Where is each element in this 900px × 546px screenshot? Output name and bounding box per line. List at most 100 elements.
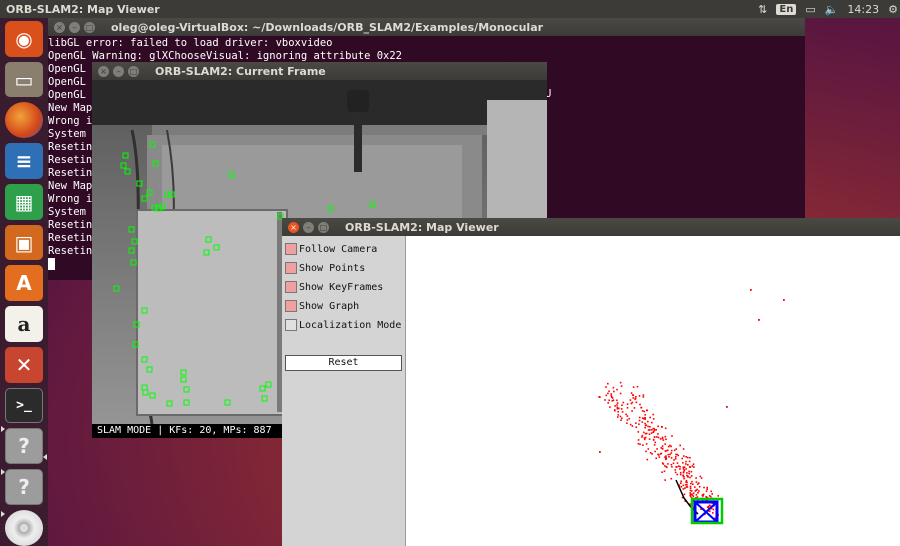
dvd-icon[interactable] bbox=[5, 510, 43, 546]
map-point bbox=[679, 444, 681, 447]
map-point bbox=[648, 433, 651, 435]
maximize-icon[interactable]: □ bbox=[318, 221, 329, 233]
localization-mode-checkbox[interactable] bbox=[285, 319, 297, 331]
map-point bbox=[758, 319, 760, 321]
map-point bbox=[640, 406, 643, 409]
ubuntu-dash-icon[interactable]: ◉ bbox=[5, 21, 43, 57]
map-point bbox=[605, 394, 608, 397]
network-arrows-icon[interactable]: ⇅ bbox=[758, 3, 767, 16]
map-point bbox=[617, 416, 619, 418]
map-point bbox=[656, 448, 658, 450]
map-point bbox=[705, 490, 708, 492]
active-app-title: ORB-SLAM2: Map Viewer bbox=[6, 2, 160, 16]
system-settings-icon[interactable]: ✕ bbox=[5, 346, 43, 383]
map-point bbox=[685, 460, 687, 463]
map-point bbox=[649, 429, 651, 431]
minimize-icon[interactable]: – bbox=[69, 21, 80, 33]
show-graph-option[interactable]: Show Graph bbox=[285, 298, 359, 314]
close-icon[interactable]: × bbox=[288, 221, 299, 233]
localization-mode-option[interactable]: Localization Mode bbox=[285, 317, 401, 333]
maximize-icon[interactable]: □ bbox=[84, 21, 95, 33]
map-point bbox=[683, 477, 685, 480]
reset-button[interactable]: Reset bbox=[285, 355, 402, 371]
map-point bbox=[783, 299, 785, 301]
map-point bbox=[647, 448, 650, 450]
map-point bbox=[637, 431, 640, 433]
map-point bbox=[661, 437, 664, 440]
map-point bbox=[635, 426, 638, 428]
map-3d-canvas[interactable] bbox=[406, 236, 900, 546]
map-point bbox=[661, 426, 663, 428]
map-point bbox=[654, 450, 656, 453]
calc-icon[interactable]: ▦ bbox=[5, 183, 43, 220]
follow-camera-checkbox[interactable] bbox=[285, 243, 297, 255]
map-point bbox=[666, 466, 668, 468]
map-point bbox=[706, 488, 708, 490]
map-point bbox=[617, 410, 619, 413]
show-points-option[interactable]: Show Points bbox=[285, 260, 365, 276]
map-point bbox=[642, 396, 645, 398]
volume-icon[interactable]: 🔈 bbox=[825, 3, 839, 16]
map-point bbox=[687, 456, 689, 459]
map-point bbox=[679, 465, 681, 468]
maximize-icon[interactable]: □ bbox=[128, 65, 139, 77]
map-point bbox=[689, 487, 692, 490]
map-point bbox=[618, 407, 620, 410]
map-point bbox=[664, 465, 666, 467]
terminal-titlebar[interactable]: × – □ oleg@oleg-VirtualBox: ~/Downloads/… bbox=[48, 18, 805, 36]
map-point bbox=[696, 496, 699, 498]
gear-icon[interactable]: ⚙ bbox=[888, 3, 898, 16]
current-frame-titlebar[interactable]: × – □ ORB-SLAM2: Current Frame bbox=[92, 62, 547, 80]
map-point bbox=[638, 423, 640, 425]
map-viewer-window[interactable]: × – □ ORB-SLAM2: Map Viewer Follow Camer… bbox=[282, 218, 900, 546]
follow-camera-option[interactable]: Follow Camera bbox=[285, 241, 377, 257]
clock[interactable]: 14:23 bbox=[847, 3, 879, 16]
map-point bbox=[682, 462, 684, 464]
map-point bbox=[631, 410, 633, 412]
files-icon[interactable]: ▭ bbox=[5, 61, 43, 98]
amazon-icon[interactable]: a bbox=[5, 306, 43, 342]
map-point bbox=[674, 469, 677, 471]
map-point bbox=[692, 483, 694, 485]
map-point bbox=[653, 427, 655, 430]
show-keyframes-option[interactable]: Show KeyFrames bbox=[285, 279, 383, 295]
map-point bbox=[649, 452, 652, 454]
map-point bbox=[703, 486, 705, 489]
impress-icon[interactable]: ▣ bbox=[5, 224, 43, 261]
map-point bbox=[609, 406, 611, 408]
map-point bbox=[635, 396, 637, 398]
firefox-icon[interactable] bbox=[5, 102, 43, 139]
map-point bbox=[686, 474, 688, 477]
terminal-icon[interactable]: >_ bbox=[5, 387, 43, 424]
map-point bbox=[620, 408, 623, 410]
unknown-app-icon[interactable]: ? bbox=[5, 428, 43, 465]
map-viewer-titlebar[interactable]: × – □ ORB-SLAM2: Map Viewer bbox=[282, 218, 900, 236]
map-point bbox=[679, 473, 682, 476]
map-point bbox=[680, 480, 682, 483]
show-keyframes-checkbox[interactable] bbox=[285, 281, 297, 293]
minimize-icon[interactable]: – bbox=[303, 221, 314, 233]
minimize-icon[interactable]: – bbox=[113, 65, 124, 77]
map-point bbox=[685, 456, 687, 458]
map-point bbox=[653, 436, 656, 438]
close-icon[interactable]: × bbox=[54, 21, 65, 33]
map-point bbox=[685, 486, 688, 488]
map-point-cloud bbox=[598, 289, 785, 525]
show-points-label: Show Points bbox=[299, 262, 366, 274]
keyboard-layout-indicator[interactable]: En bbox=[776, 3, 797, 15]
map-point bbox=[616, 406, 619, 409]
show-keyframes-label: Show KeyFrames bbox=[299, 281, 384, 293]
unknown-app-icon[interactable]: ? bbox=[5, 469, 43, 506]
software-center-icon[interactable]: A bbox=[5, 265, 43, 302]
battery-icon[interactable]: ▭ bbox=[805, 3, 815, 16]
map-point bbox=[639, 403, 641, 406]
writer-icon[interactable]: ≡ bbox=[5, 143, 43, 179]
map-point bbox=[599, 451, 601, 453]
close-icon[interactable]: × bbox=[98, 65, 109, 77]
show-points-checkbox[interactable] bbox=[285, 262, 297, 274]
map-point bbox=[652, 413, 654, 416]
map-point bbox=[651, 421, 653, 424]
map-point bbox=[659, 453, 662, 455]
show-graph-checkbox[interactable] bbox=[285, 300, 297, 312]
map-point bbox=[683, 469, 685, 472]
